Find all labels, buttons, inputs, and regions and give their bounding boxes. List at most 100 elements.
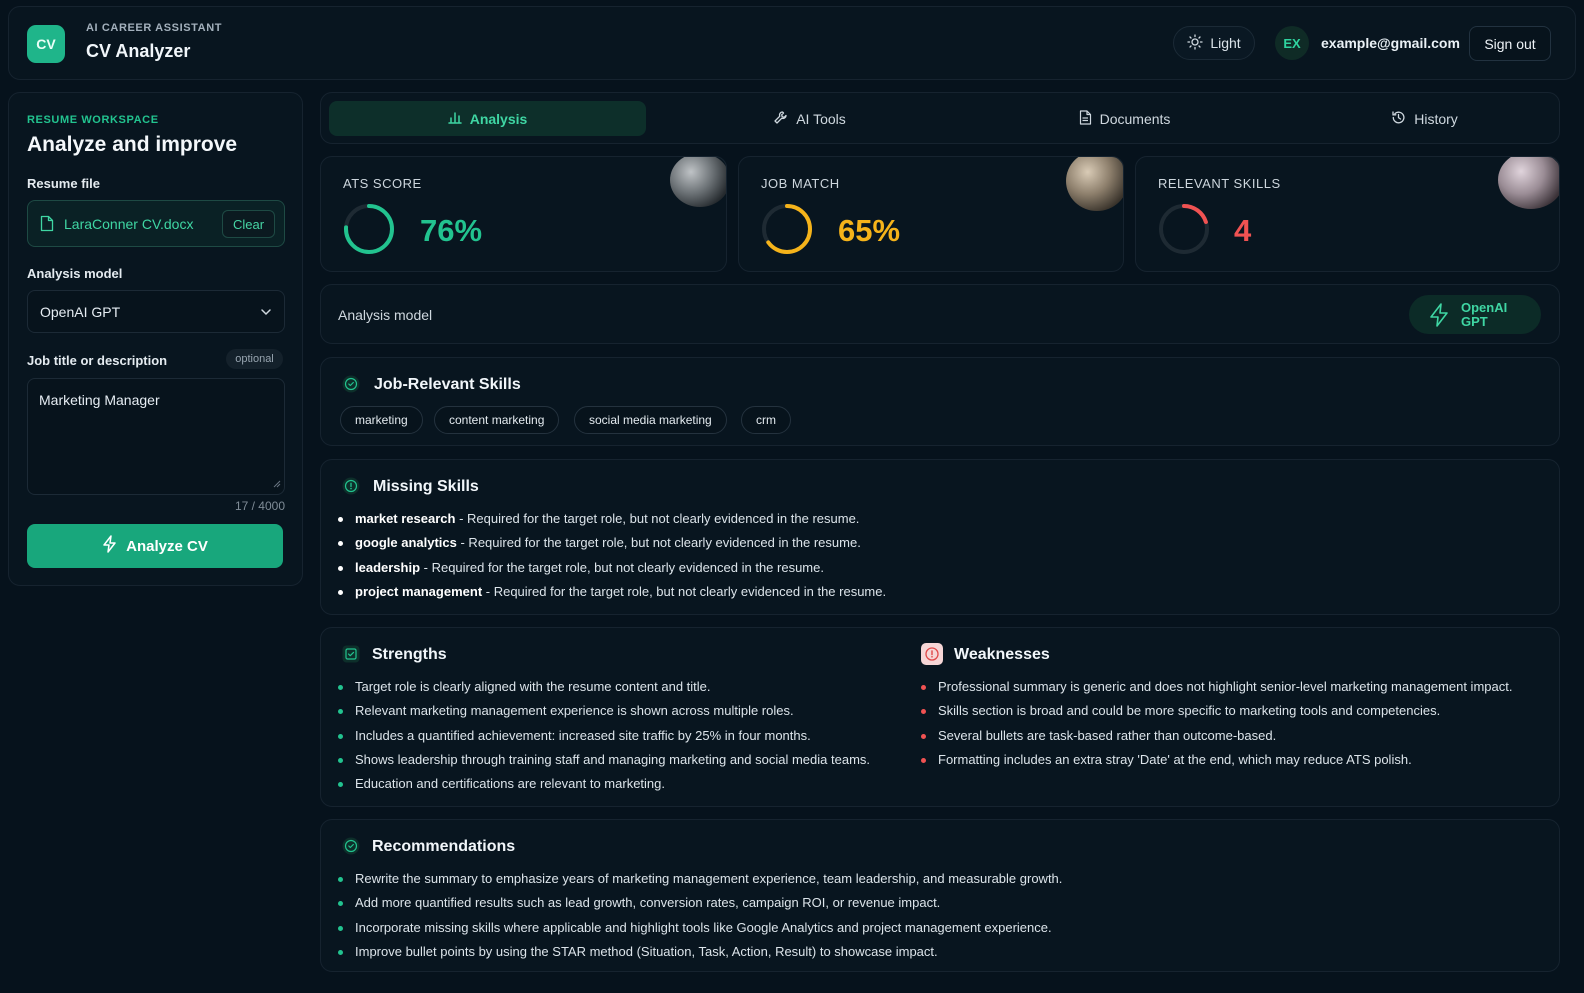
skill-chip: marketing: [340, 406, 423, 434]
recommendations-title: Recommendations: [372, 838, 516, 855]
decorative-orb: [1066, 157, 1123, 211]
list-item: Skills section is broad and could be mor…: [920, 702, 1512, 726]
missing-skills-title: Missing Skills: [373, 478, 479, 495]
strengths-list: Target role is clearly aligned with the …: [337, 678, 870, 799]
list-item: Several bullets are task-based rather th…: [920, 727, 1512, 751]
theme-toggle-button[interactable]: Light: [1173, 26, 1255, 60]
wrench-icon: [773, 110, 788, 128]
relevant-skills-card: RELEVANT SKILLS 4: [1135, 156, 1560, 272]
theme-label: Light: [1210, 35, 1241, 51]
list-item: Improve bullet points by using the STAR …: [337, 943, 1062, 967]
app-header: CV AI CAREER ASSISTANT CV Analyzer Light…: [8, 6, 1576, 80]
analyze-cv-button[interactable]: Analyze CV: [27, 524, 283, 568]
model-select-value: OpenAI GPT: [40, 304, 121, 320]
bar-chart-icon: [447, 110, 462, 127]
job-match-ring: [762, 204, 812, 254]
relevant-skills-label: RELEVANT SKILLS: [1158, 176, 1281, 191]
weaknesses-title: Weaknesses: [954, 646, 1050, 663]
model-badge: OpenAI GPT: [1409, 295, 1541, 334]
app-logo: CV: [27, 25, 65, 63]
tab-ai-tools[interactable]: AI Tools: [651, 101, 968, 136]
sun-icon: [1187, 33, 1203, 53]
avatar[interactable]: EX: [1275, 26, 1309, 60]
decorative-orb: [670, 157, 726, 207]
list-item: project management - Required for the ta…: [337, 583, 886, 607]
file-icon: [40, 215, 54, 235]
missing-skills-list: market research - Required for the targe…: [337, 510, 886, 607]
job-description-value: Marketing Manager: [39, 392, 160, 408]
job-relevant-skills-title: Job-Relevant Skills: [374, 376, 521, 393]
skill-chip: content marketing: [434, 406, 560, 434]
resume-file-label: Resume file: [27, 176, 100, 191]
list-item: Education and certifications are relevan…: [337, 775, 870, 799]
job-match-card: JOB MATCH 65%: [738, 156, 1124, 272]
info-circle-icon: [342, 477, 360, 498]
bolt-icon: [1429, 303, 1449, 330]
workspace-kicker: RESUME WORKSPACE: [27, 114, 159, 126]
check-square-icon: [342, 645, 360, 666]
chevron-down-icon: [260, 305, 272, 321]
model-row-label: Analysis model: [338, 307, 433, 323]
decorative-orb: [1498, 157, 1559, 209]
ats-score-card: ATS SCORE 76%: [320, 156, 727, 272]
list-item: Target role is clearly aligned with the …: [337, 678, 870, 702]
tab-history-label: History: [1414, 110, 1458, 127]
relevant-skills-ring: [1159, 204, 1209, 254]
job-match-value: 65%: [838, 213, 901, 248]
relevant-skills-value: 4: [1234, 213, 1252, 248]
bolt-icon: [102, 535, 118, 557]
resize-handle-icon[interactable]: [273, 475, 281, 491]
job-description-input[interactable]: Marketing Manager: [27, 378, 285, 495]
tab-documents[interactable]: Documents: [966, 101, 1283, 136]
job-description-label: Job title or description: [27, 353, 168, 368]
history-icon: [1391, 110, 1406, 128]
workspace-title: Analyze and improve: [27, 133, 238, 156]
document-icon: [1079, 109, 1092, 128]
strengths-weaknesses-panel: Strengths Target role is clearly aligned…: [320, 627, 1560, 807]
user-email: example@gmail.com: [1321, 35, 1460, 51]
resume-file-name: LaraConner CV.docx: [64, 216, 194, 232]
resume-workspace-panel: RESUME WORKSPACE Analyze and improve Res…: [8, 92, 303, 586]
job-match-label: JOB MATCH: [761, 176, 840, 191]
ats-score-value: 76%: [420, 213, 483, 248]
analysis-model-row: Analysis model OpenAI GPT: [320, 284, 1560, 344]
tab-analysis[interactable]: Analysis: [329, 101, 646, 136]
list-item: Shows leadership through training staff …: [337, 751, 870, 775]
sign-out-button[interactable]: Sign out: [1469, 26, 1551, 61]
list-item: Includes a quantified achievement: incre…: [337, 727, 870, 751]
model-select[interactable]: OpenAI GPT: [27, 290, 285, 333]
ats-score-ring: [344, 204, 394, 254]
analysis-model-label: Analysis model: [27, 266, 123, 281]
strengths-title: Strengths: [372, 646, 447, 663]
list-item: Rewrite the summary to emphasize years o…: [337, 870, 1062, 894]
check-circle-icon: [342, 375, 360, 396]
list-item: leadership - Required for the target rol…: [337, 559, 886, 583]
clear-file-button[interactable]: Clear: [222, 210, 275, 238]
list-item: google analytics - Required for the targ…: [337, 534, 886, 558]
tab-documents-label: Documents: [1099, 110, 1171, 127]
job-relevant-skills-panel: Job-Relevant Skills marketing content ma…: [320, 357, 1560, 446]
ats-score-label: ATS SCORE: [343, 176, 422, 191]
list-item: Relevant marketing management experience…: [337, 702, 870, 726]
list-item: Professional summary is generic and does…: [920, 678, 1512, 702]
optional-badge: optional: [226, 349, 283, 369]
char-count: 17 / 4000: [234, 499, 285, 513]
recommendations-panel: Recommendations Rewrite the summary to e…: [320, 819, 1560, 972]
list-item: market research - Required for the targe…: [337, 510, 886, 534]
tab-history[interactable]: History: [1266, 101, 1583, 136]
alert-circle-icon: [921, 643, 943, 668]
list-item: Incorporate missing skills where applica…: [337, 919, 1062, 943]
tab-ai-tools-label: AI Tools: [796, 110, 846, 127]
tab-analysis-label: Analysis: [469, 110, 528, 127]
recommendations-list: Rewrite the summary to emphasize years o…: [337, 870, 1062, 967]
skill-chip: social media marketing: [574, 406, 727, 434]
resume-file-field[interactable]: LaraConner CV.docx Clear: [27, 200, 285, 247]
main-tabs: Analysis AI Tools Documents History: [320, 92, 1560, 144]
model-badge-label: OpenAI GPT: [1461, 300, 1508, 329]
skill-chip: crm: [741, 406, 791, 434]
app-title: CV Analyzer: [86, 41, 191, 61]
weaknesses-list: Professional summary is generic and does…: [920, 678, 1512, 775]
analyze-cv-label: Analyze CV: [126, 537, 208, 555]
list-item: Formatting includes an extra stray 'Date…: [920, 751, 1512, 775]
check-circle-icon: [342, 837, 360, 858]
